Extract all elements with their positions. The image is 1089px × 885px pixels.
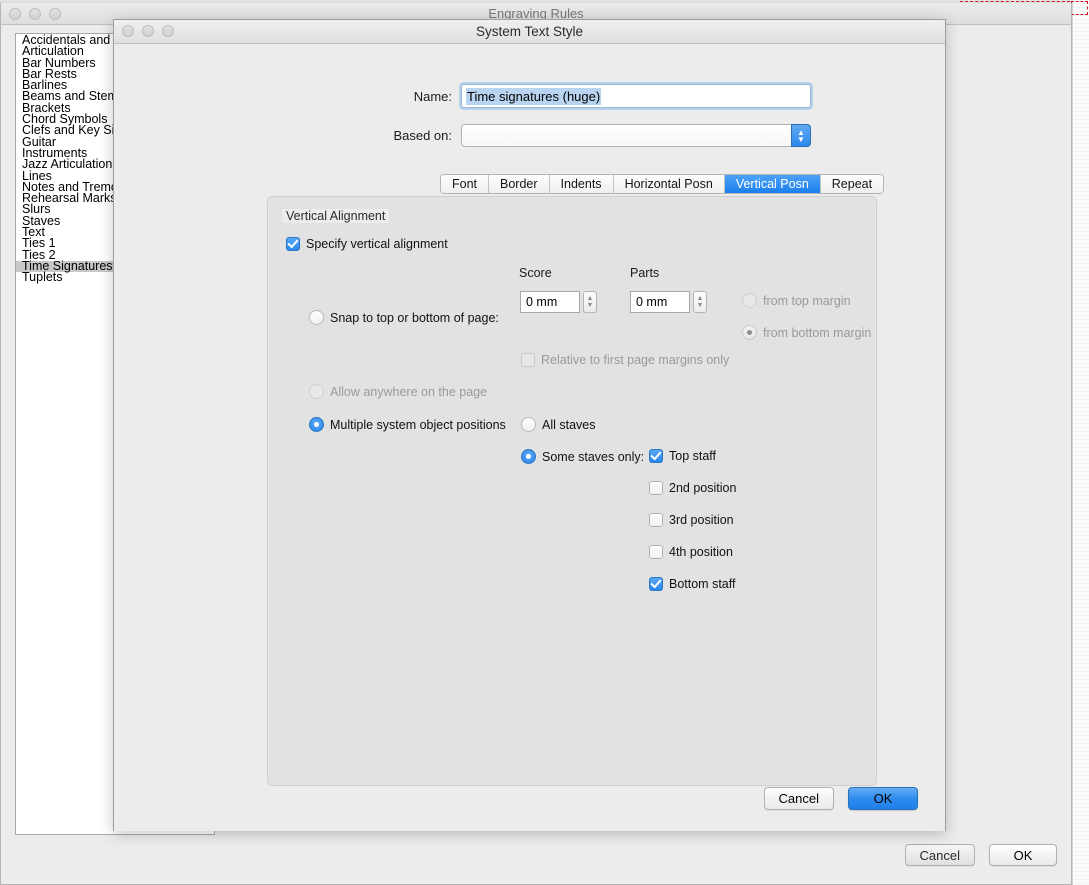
vertical-alignment-group-title: Vertical Alignment	[282, 209, 390, 223]
tab-vertical-posn[interactable]: Vertical Posn	[724, 175, 821, 193]
relative-first-page-label: Relative to first page margins only	[541, 353, 730, 367]
bottom-staff-row[interactable]: Bottom staff	[649, 577, 735, 591]
relative-first-page-row[interactable]: Relative to first page margins only	[521, 353, 729, 367]
from-bottom-margin-row[interactable]: from bottom margin	[742, 325, 871, 340]
based-on-row: Based on: ▲ ▼	[317, 124, 811, 147]
multiple-system-object-positions-label: Multiple system object positions	[330, 417, 506, 432]
some-staves-only-row[interactable]: Some staves only:	[521, 449, 644, 464]
parts-input[interactable]: 0 mm	[630, 291, 690, 313]
multiple-system-object-positions-radio[interactable]	[309, 417, 324, 432]
some-staves-only-radio[interactable]	[521, 449, 536, 464]
engraving-rules-ok-button[interactable]: OK	[989, 844, 1057, 866]
2nd-position-label: 2nd position	[669, 481, 737, 495]
sheet-button-bar: Cancel OK	[763, 787, 918, 810]
system-text-style-window: System Text Style Name: Time signatures …	[113, 19, 946, 831]
all-staves-row[interactable]: All staves	[521, 417, 596, 432]
score-column-label: Score	[519, 266, 552, 280]
2nd-position-row[interactable]: 2nd position	[649, 481, 736, 495]
system-text-style-body: Name: Time signatures (huge) Based on: ▲…	[114, 44, 945, 831]
top-staff-checkbox[interactable]	[649, 449, 663, 463]
4th-position-checkbox[interactable]	[649, 545, 663, 559]
name-input-value: Time signatures (huge)	[466, 87, 602, 105]
top-staff-label: Top staff	[669, 449, 717, 463]
name-label: Name:	[413, 88, 452, 104]
from-top-margin-radio[interactable]	[742, 293, 757, 308]
system-text-style-title: System Text Style	[475, 24, 584, 39]
allow-anywhere-label: Allow anywhere on the page	[330, 384, 488, 399]
snap-to-page-radio[interactable]	[309, 310, 324, 325]
name-input[interactable]: Time signatures (huge)	[461, 84, 811, 108]
engraving-rules-button-bar: Cancel OK	[904, 844, 1057, 866]
from-bottom-margin-radio[interactable]	[742, 325, 757, 340]
close-button[interactable]	[9, 8, 21, 20]
sheet-minimize-button[interactable]	[142, 25, 154, 37]
tab-font[interactable]: Font	[441, 175, 490, 193]
allow-anywhere-radio[interactable]	[309, 384, 324, 399]
system-text-style-titlebar: System Text Style	[114, 20, 945, 44]
annotation-box	[1071, 1, 1088, 15]
sheet-close-button[interactable]	[122, 25, 134, 37]
from-top-margin-label: from top margin	[763, 293, 851, 308]
parts-column-label: Parts	[630, 266, 660, 280]
tab-indents[interactable]: Indents	[549, 175, 614, 193]
sheet-traffic-lights	[122, 25, 174, 37]
parts-stepper[interactable]: 0 mm ▲ ▼	[630, 291, 707, 313]
4th-position-label: 4th position	[669, 545, 733, 559]
3rd-position-label: 3rd position	[669, 513, 734, 527]
chevron-updown-icon[interactable]: ▲ ▼	[791, 124, 811, 147]
score-stepper-arrows-icon[interactable]: ▲ ▼	[583, 291, 597, 313]
tab-border[interactable]: Border	[489, 175, 550, 193]
score-input[interactable]: 0 mm	[520, 291, 580, 313]
score-stepper[interactable]: 0 mm ▲ ▼	[520, 291, 597, 313]
all-staves-radio[interactable]	[521, 417, 536, 432]
specify-vertical-alignment-checkbox[interactable]	[286, 237, 300, 251]
allow-anywhere-row[interactable]: Allow anywhere on the page	[309, 384, 487, 399]
sheet-cancel-button[interactable]: Cancel	[763, 787, 834, 810]
top-staff-row[interactable]: Top staff	[649, 449, 716, 463]
sheet-zoom-button[interactable]	[162, 25, 174, 37]
specify-vertical-alignment-label: Specify vertical alignment	[306, 237, 448, 251]
minimize-button[interactable]	[29, 8, 41, 20]
bottom-staff-checkbox[interactable]	[649, 577, 663, 591]
all-staves-label: All staves	[542, 417, 596, 432]
4th-position-row[interactable]: 4th position	[649, 545, 733, 559]
sheet-ok-button[interactable]: OK	[848, 787, 918, 810]
bottom-staff-label: Bottom staff	[669, 577, 736, 591]
from-top-margin-row[interactable]: from top margin	[742, 293, 851, 308]
from-bottom-margin-label: from bottom margin	[763, 325, 872, 340]
3rd-position-row[interactable]: 3rd position	[649, 513, 734, 527]
zoom-button[interactable]	[49, 8, 61, 20]
specify-vertical-alignment-row[interactable]: Specify vertical alignment	[286, 237, 448, 251]
tab-horizontal-posn[interactable]: Horizontal Posn	[613, 175, 725, 193]
snap-to-page-row[interactable]: Snap to top or bottom of page:	[309, 310, 499, 325]
tab-repeat[interactable]: Repeat	[820, 175, 884, 193]
name-row: Name: Time signatures (huge)	[342, 84, 811, 108]
3rd-position-checkbox[interactable]	[649, 513, 663, 527]
background-document-strip	[1072, 0, 1089, 885]
parts-stepper-arrows-icon[interactable]: ▲ ▼	[693, 291, 707, 313]
engraving-rules-cancel-button[interactable]: Cancel	[904, 844, 975, 866]
snap-to-page-label: Snap to top or bottom of page:	[330, 310, 499, 325]
relative-first-page-checkbox[interactable]	[521, 353, 535, 367]
vertical-alignment-panel	[267, 196, 877, 786]
tab-bar: Font Border Indents Horizontal Posn Vert…	[440, 174, 885, 194]
screen: Engraving Rules Accidentals and Do Artic…	[0, 0, 1089, 885]
2nd-position-checkbox[interactable]	[649, 481, 663, 495]
some-staves-only-label: Some staves only:	[542, 449, 645, 464]
multiple-system-object-positions-row[interactable]: Multiple system object positions	[309, 417, 506, 432]
traffic-lights	[9, 8, 61, 20]
based-on-select[interactable]: ▲ ▼	[461, 124, 811, 147]
based-on-label: Based on:	[393, 128, 452, 143]
